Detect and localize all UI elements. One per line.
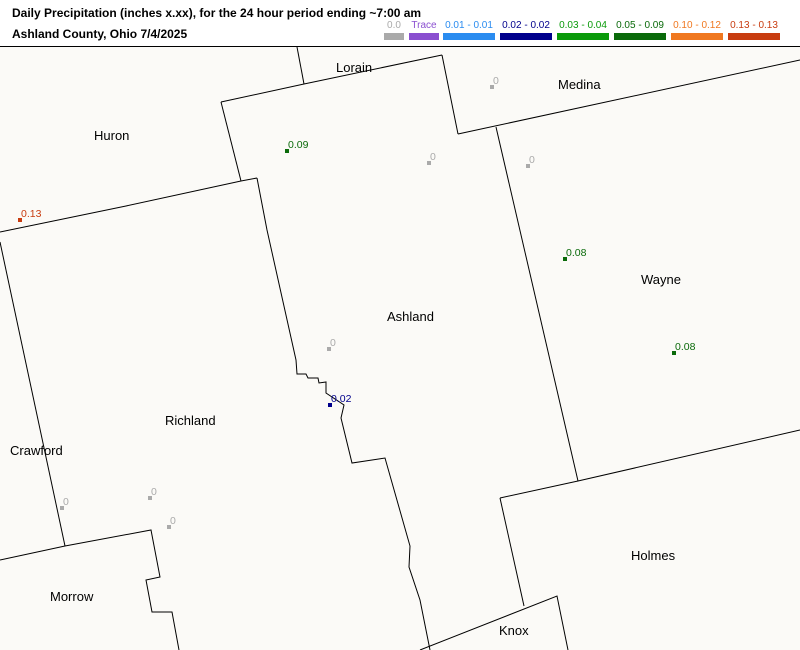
station-value-7: 0 (529, 154, 535, 166)
county-label-richland: Richland (165, 413, 216, 428)
border-crawford-richland (0, 241, 66, 547)
border-huron-ashland (220, 101, 242, 182)
county-label-wayne: Wayne (641, 272, 681, 287)
county-label-ashland: Ashland (387, 309, 434, 324)
station-value-6: 0 (430, 151, 436, 163)
border-ashland-wayne (495, 126, 579, 482)
legend-label-0: 0.0 (387, 20, 401, 31)
legend-label-7: 0.13 - 0.13 (730, 20, 778, 31)
legend-label-2: 0.01 - 0.01 (445, 20, 493, 31)
county-label-huron: Huron (94, 128, 129, 143)
border-medina-wayne (457, 59, 800, 135)
border-huron-richland (0, 177, 258, 233)
legend-swatch-2 (443, 33, 495, 40)
county-label-crawford: Crawford (10, 443, 63, 458)
station-value-9: 0 (63, 496, 69, 508)
title-line-2: Ashland County, Ohio 7/4/2025 (12, 27, 188, 41)
county-label-holmes: Holmes (631, 548, 676, 563)
station-value-4: 0.02 (331, 393, 352, 405)
legend-swatch-4 (557, 33, 609, 40)
legend-swatch-1 (409, 33, 439, 40)
station-value-5: 0 (493, 75, 499, 87)
legend-label-4: 0.03 - 0.04 (559, 20, 607, 31)
station-value-2: 0.08 (566, 247, 587, 259)
station-markers: 0.09 0.13 0.08 0.08 0.02 0 0 0 0 0 0 0 (18, 75, 696, 529)
legend-swatch-7 (728, 33, 780, 40)
border-holmes-west (499, 497, 525, 607)
county-labels: Lorain Medina Huron Ashland Wayne Richla… (10, 60, 681, 638)
map-header: Daily Precipitation (inches x.xx), for t… (0, 0, 800, 47)
legend-swatch-3 (500, 33, 552, 40)
county-label-medina: Medina (558, 77, 601, 92)
station-value-3: 0.08 (675, 341, 696, 353)
legend-label-6: 0.10 - 0.12 (673, 20, 721, 31)
legend-swatch-5 (614, 33, 666, 40)
station-value-10: 0 (151, 486, 157, 498)
border-ashland-north (220, 54, 443, 103)
legend-swatch-6 (671, 33, 723, 40)
county-label-morrow: Morrow (50, 589, 94, 604)
border-richland-ashland (256, 177, 431, 650)
station-value-1: 0.13 (21, 208, 42, 220)
precip-map: Lorain Medina Huron Ashland Wayne Richla… (0, 47, 800, 650)
county-label-knox: Knox (499, 623, 529, 638)
county-label-lorain: Lorain (336, 60, 372, 75)
border-huron-lorain (296, 47, 305, 85)
border-wayne-holmes (499, 429, 800, 499)
legend-label-1: Trace (411, 20, 437, 31)
station-value-8: 0 (330, 337, 336, 349)
legend-swatch-0 (384, 33, 404, 40)
legend-label-3: 0.02 - 0.02 (502, 20, 550, 31)
title-line-1: Daily Precipitation (inches x.xx), for t… (12, 6, 422, 20)
border-ashland-medina (441, 54, 459, 135)
border-knox-north (419, 595, 569, 650)
station-value-0: 0.09 (288, 139, 309, 151)
legend-label-5: 0.05 - 0.09 (616, 20, 664, 31)
station-value-11: 0 (170, 515, 176, 527)
